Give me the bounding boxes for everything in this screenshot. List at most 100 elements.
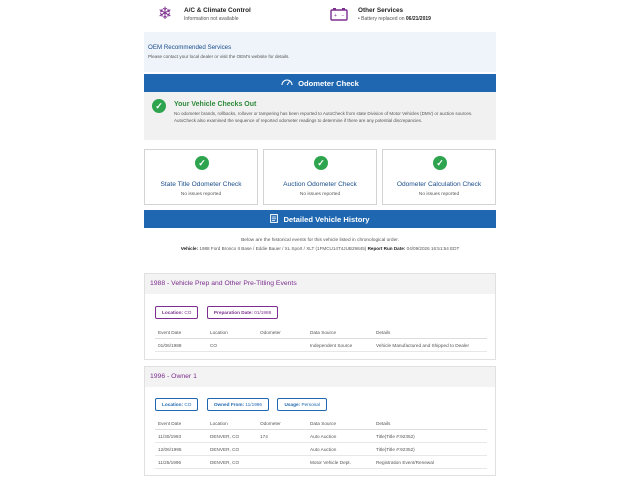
pill-label: Usage: xyxy=(284,402,301,407)
location-pill: Location: CO xyxy=(155,398,199,411)
vehicle-label: Vehicle: xyxy=(180,246,199,251)
col-odometer: Odometer xyxy=(257,419,307,430)
check-icon: ✓ xyxy=(152,99,166,113)
card-title: Auction Odometer Check xyxy=(283,181,357,188)
card-title: Odometer Calculation Check xyxy=(396,181,482,188)
cell-odometer xyxy=(257,442,307,456)
oem-title: OEM Recommended Services xyxy=(148,44,232,51)
cell-odometer xyxy=(257,338,307,352)
climate-subtitle: Information not available xyxy=(184,16,239,22)
location-pill: Location: CO xyxy=(155,306,199,319)
oem-services: OEM Recommended Services Please contact … xyxy=(144,32,496,72)
table-header-row: Event Date Location Odometer Data Source… xyxy=(155,419,487,430)
svg-text:+: + xyxy=(334,13,337,19)
auction-odometer-card: ✓ Auction Odometer Check No issues repor… xyxy=(263,149,377,205)
cell-location: DENVER, CO xyxy=(207,429,257,443)
card-title: State Title Odometer Check xyxy=(160,181,242,188)
event-table: Event Date Location Odometer Data Source… xyxy=(155,419,487,469)
event-group-1996-owner-1: 1996 - Owner 1 Location: CO Owned From: … xyxy=(144,366,496,476)
checks-out-panel: ✓ Your Vehicle Checks Out No odometer br… xyxy=(144,92,496,140)
col-odometer: Odometer xyxy=(257,328,307,339)
other-services-card: + − Other Services • Battery replaced on … xyxy=(328,0,431,30)
cell-date: 12/06/1995 xyxy=(155,442,207,456)
col-data-source: Data Source xyxy=(307,328,373,339)
cell-details: Registration Event/Renewal xyxy=(373,455,487,469)
pill-value: CO xyxy=(184,402,192,407)
cell-source: Auto Auction xyxy=(307,429,373,443)
table-row: 11/30/1993 DENVER, CO 174 Auto Auction T… xyxy=(155,429,487,443)
battery-text: Battery replaced on xyxy=(361,16,406,22)
col-event-date: Event Date xyxy=(155,328,207,339)
report-date-value: 04/09/2026 16:51:54 EDT xyxy=(406,246,460,251)
table-row: 11/25/1996 DENVER, CO Motor Vehicle Dept… xyxy=(155,455,487,469)
table-header-row: Event Date Location Odometer Data Source… xyxy=(155,328,487,339)
cell-details: Title(Title #:92352) xyxy=(373,429,487,443)
odometer-check-title: Odometer Check xyxy=(298,78,359,88)
col-data-source: Data Source xyxy=(307,419,373,430)
table-row: 01/06/1988 CO Independent Source Vehicle… xyxy=(155,338,487,352)
odometer-check-bar: Odometer Check xyxy=(144,74,496,92)
history-intro-text: Below are the historical events for this… xyxy=(241,238,399,243)
checks-out-description: No odometer brands, rollbacks, rollover … xyxy=(174,111,473,123)
odometer-calculation-card: ✓ Odometer Calculation Check No issues r… xyxy=(382,149,496,205)
cell-details: Vehicle Manufactured and Shipped to Deal… xyxy=(373,338,487,352)
cell-odometer: 174 xyxy=(257,429,307,443)
gauge-icon xyxy=(281,78,293,88)
svg-text:−: − xyxy=(342,13,345,19)
check-icon: ✓ xyxy=(433,156,447,170)
check-icon: ✓ xyxy=(314,156,328,170)
pill-label: Owned From: xyxy=(213,402,245,407)
pill-label: Location: xyxy=(162,310,184,315)
other-services-title: Other Services xyxy=(358,7,404,14)
cell-location: DENVER, CO xyxy=(207,442,257,456)
table-row: 12/06/1995 DENVER, CO Auto Auction Title… xyxy=(155,442,487,456)
cell-location: DENVER, CO xyxy=(207,455,257,469)
battery-replaced-text: • Battery replaced on 06/21/2019 xyxy=(358,16,431,22)
usage-pill: Usage: Personal xyxy=(277,398,327,411)
event-group-1988: 1988 - Vehicle Prep and Other Pre-Titlin… xyxy=(144,273,496,360)
cell-details: Title(Title #:92352) xyxy=(373,442,487,456)
card-status: No issues reported xyxy=(180,192,222,197)
pill-value: Personal xyxy=(301,402,320,407)
col-location: Location xyxy=(207,328,257,339)
check-icon: ✓ xyxy=(195,156,209,170)
climate-title: A/C & Climate Control xyxy=(184,7,251,14)
checks-out-title: Your Vehicle Checks Out xyxy=(174,101,257,108)
vehicle-value: 1988 Ford Bronco II Base / Eddie Bauer /… xyxy=(199,246,367,251)
pill-value: 11/1996 xyxy=(245,402,263,407)
report-date-label: Report Run Date: xyxy=(367,246,406,251)
event-table: Event Date Location Odometer Data Source… xyxy=(155,328,487,352)
col-details: Details xyxy=(373,328,487,339)
cell-odometer xyxy=(257,455,307,469)
cell-date: 01/06/1988 xyxy=(155,338,207,352)
cell-date: 11/25/1996 xyxy=(155,455,207,469)
vehicle-info-line: Vehicle: 1988 Ford Bronco II Base / Eddi… xyxy=(144,246,496,251)
pill-value: 01/1988 xyxy=(254,310,272,315)
state-title-odometer-card: ✓ State Title Odometer Check No issues r… xyxy=(144,149,258,205)
oem-subtitle: Please contact your local dealer or visi… xyxy=(148,54,290,59)
battery-icon: + − xyxy=(328,3,350,25)
battery-date: 06/21/2019 xyxy=(405,16,431,22)
history-intro: Below are the historical events for this… xyxy=(144,236,496,266)
cell-location: CO xyxy=(207,338,257,352)
card-status: No issues reported xyxy=(418,192,460,197)
event-pills: Location: CO Preparation Date: 01/1988 xyxy=(155,301,282,319)
pill-value: CO xyxy=(184,310,192,315)
event-group-heading: 1988 - Vehicle Prep and Other Pre-Titlin… xyxy=(145,274,495,294)
event-pills: Location: CO Owned From: 11/1996 Usage: … xyxy=(155,393,331,411)
preparation-date-pill: Preparation Date: 01/1988 xyxy=(206,306,279,319)
snowflake-icon: ❄ xyxy=(157,4,173,23)
card-status: No issues reported xyxy=(299,192,341,197)
pill-label: Preparation Date: xyxy=(213,310,253,315)
vehicle-history-title: Detailed Vehicle History xyxy=(283,214,370,224)
event-group-heading: 1996 - Owner 1 xyxy=(145,367,495,387)
col-location: Location xyxy=(207,419,257,430)
cell-source: Independent Source xyxy=(307,338,373,352)
col-event-date: Event Date xyxy=(155,419,207,430)
report-content: ❄ A/C & Climate Control Information not … xyxy=(144,0,496,476)
cell-source: Auto Auction xyxy=(307,442,373,456)
top-cards: ❄ A/C & Climate Control Information not … xyxy=(144,0,496,30)
climate-card: ❄ A/C & Climate Control Information not … xyxy=(154,0,251,30)
cell-date: 11/30/1993 xyxy=(155,429,207,443)
col-details: Details xyxy=(373,419,487,430)
